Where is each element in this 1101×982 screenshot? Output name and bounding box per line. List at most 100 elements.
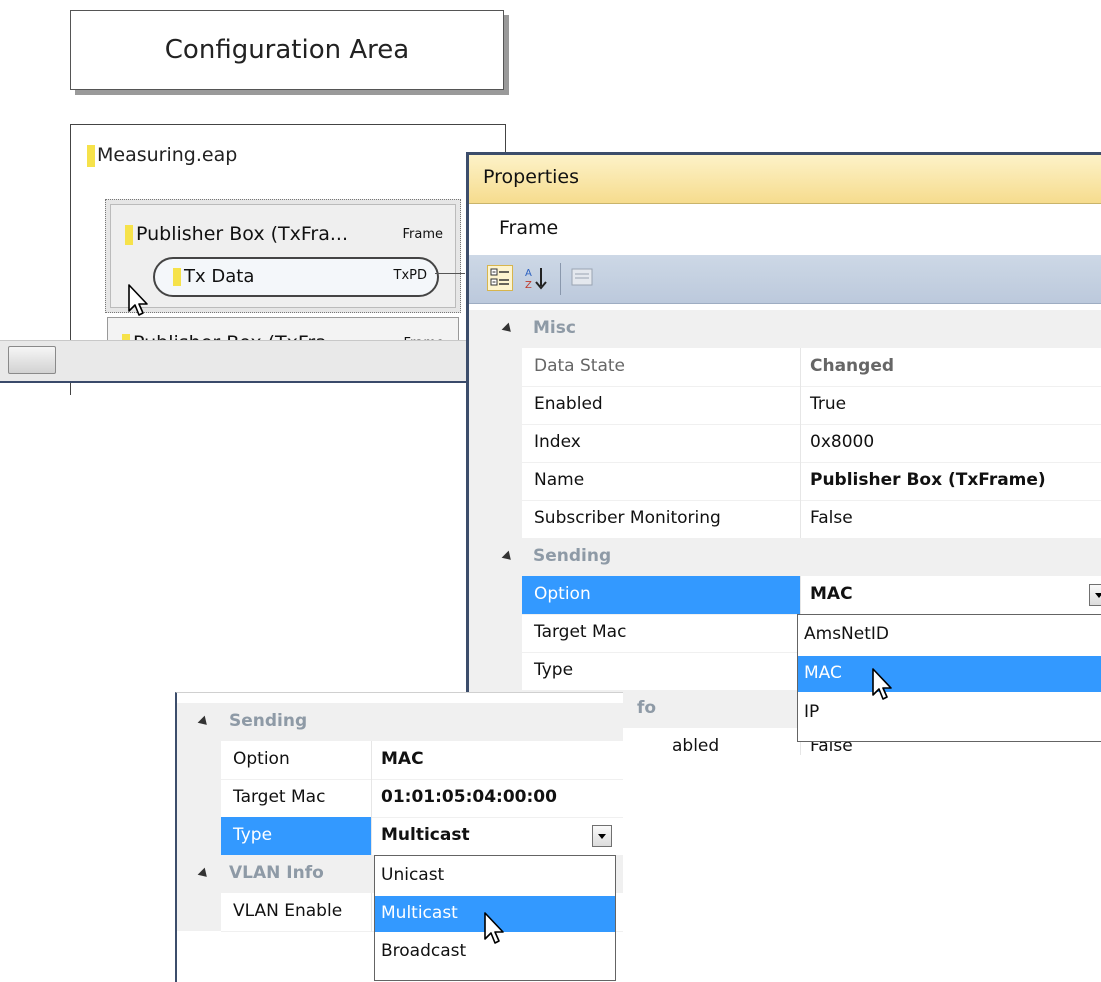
property-value[interactable]: False xyxy=(801,500,1101,539)
properties-title-bar[interactable]: Properties xyxy=(469,155,1101,204)
property-name-text: Subscriber Monitoring xyxy=(534,508,721,528)
property-value: Changed xyxy=(801,348,1101,387)
dropdown-option-amsnetid[interactable]: AmsNetID xyxy=(798,617,1101,653)
option-text: IP xyxy=(804,702,820,722)
publisher-box-body: Publisher Box (TxFra... Frame Tx Data Tx… xyxy=(110,204,465,308)
row-margin xyxy=(177,741,221,779)
type-dropdown-button[interactable] xyxy=(592,825,612,847)
property-name-text: Type xyxy=(233,825,273,845)
property-value-text: True xyxy=(810,394,847,414)
property-value[interactable]: Multicast xyxy=(372,817,623,856)
property-name-text: Name xyxy=(534,470,585,490)
property-row-index[interactable]: Index 0x8000 xyxy=(469,424,1101,463)
property-value-text: Publisher Box (TxFrame) xyxy=(810,470,1046,490)
tx-data-connector xyxy=(435,273,465,274)
toolbar-separator xyxy=(560,263,561,295)
option-text: Multicast xyxy=(381,903,458,923)
project-marker-icon xyxy=(87,144,95,167)
mouse-pointer-icon xyxy=(872,668,892,700)
property-name: Index xyxy=(522,424,801,463)
category-sending[interactable]: Sending xyxy=(177,703,623,741)
property-name-fragment: abled xyxy=(672,736,720,755)
row-margin xyxy=(177,893,221,931)
row-margin xyxy=(469,614,522,652)
category-misc[interactable]: Misc xyxy=(469,310,1101,348)
categorized-icon[interactable] xyxy=(487,265,513,291)
publisher-box-node[interactable]: Publisher Box (TxFra... Frame Tx Data Tx… xyxy=(105,199,465,313)
publisher-box-kind: Frame xyxy=(402,227,443,242)
property-row-enabled[interactable]: Enabled True xyxy=(469,386,1101,425)
category-label: Sending xyxy=(533,546,612,566)
row-margin xyxy=(177,779,221,817)
property-value-text: 0x8000 xyxy=(810,432,875,452)
dropdown-option-ip[interactable]: IP xyxy=(798,695,1101,731)
row-margin xyxy=(469,462,522,500)
row-margin xyxy=(469,386,522,424)
option-dropdown-list[interactable]: AmsNetID MAC IP xyxy=(797,614,1101,742)
property-name: Data State xyxy=(522,348,801,387)
property-name: Target Mac xyxy=(522,614,801,653)
collapse-triangle-icon[interactable] xyxy=(197,715,211,729)
option-text: Broadcast xyxy=(381,941,467,961)
property-value[interactable]: 0x8000 xyxy=(801,424,1101,463)
property-name: Option xyxy=(221,741,372,780)
property-value-text: MAC xyxy=(381,749,424,769)
svg-text:Z: Z xyxy=(525,280,532,291)
option-dropdown-button[interactable] xyxy=(1089,584,1101,606)
project-title: Measuring.eap xyxy=(87,143,237,167)
property-pages-icon[interactable] xyxy=(569,265,595,291)
project-name: Measuring.eap xyxy=(97,144,238,166)
property-value[interactable]: MAC xyxy=(372,741,623,780)
configuration-area-label: Configuration Area xyxy=(164,35,410,65)
selected-object-name[interactable]: Frame xyxy=(499,217,558,239)
property-name: Target Mac xyxy=(221,779,372,818)
property-row-type[interactable]: Type Multicast xyxy=(177,817,623,856)
property-value-text: MAC xyxy=(810,584,853,604)
property-name: Type xyxy=(522,652,801,691)
row-margin xyxy=(469,652,522,690)
scrollbar-thumb[interactable] xyxy=(8,346,56,374)
mouse-pointer-icon xyxy=(128,284,148,316)
option-text: MAC xyxy=(804,663,842,683)
properties-title: Properties xyxy=(483,166,580,188)
collapse-triangle-icon[interactable] xyxy=(501,322,515,336)
property-value[interactable]: 01:01:05:04:00:00 xyxy=(372,779,623,818)
property-name: Enabled xyxy=(522,386,801,425)
option-text: Unicast xyxy=(381,865,445,885)
property-name-text: Target Mac xyxy=(233,787,326,807)
row-margin xyxy=(469,576,522,614)
property-row-subscriber-monitoring[interactable]: Subscriber Monitoring False xyxy=(469,500,1101,539)
property-value[interactable]: True xyxy=(801,386,1101,425)
collapse-triangle-icon[interactable] xyxy=(197,867,211,881)
category-label: VLAN Info xyxy=(229,863,324,883)
category-sending[interactable]: Sending xyxy=(469,538,1101,576)
property-name: VLAN Enable xyxy=(221,893,372,932)
property-value-text: False xyxy=(810,508,853,528)
option-text: AmsNetID xyxy=(804,624,889,644)
publisher-box-label: Publisher Box (TxFra... xyxy=(125,223,348,245)
property-row-option[interactable]: Option MAC xyxy=(469,576,1101,615)
property-row-data-state[interactable]: Data State Changed xyxy=(469,348,1101,387)
dropdown-option-unicast[interactable]: Unicast xyxy=(375,858,615,894)
properties-inset-panel: Sending Option MAC Target Mac 01:01:05:0… xyxy=(175,692,623,982)
property-value-text: Changed xyxy=(810,356,895,376)
dropdown-option-mac[interactable]: MAC xyxy=(798,656,1101,692)
alphabetical-icon[interactable]: A Z xyxy=(523,265,549,291)
property-name-fragment: VLAN Enable xyxy=(233,901,343,921)
tx-data-kind: TxPD xyxy=(393,268,427,283)
property-value-text: 01:01:05:04:00:00 xyxy=(381,787,557,807)
property-value[interactable]: MAC xyxy=(801,576,1101,615)
property-row-option[interactable]: Option MAC xyxy=(177,741,623,780)
publisher-box-text: Publisher Box (TxFra... xyxy=(136,223,349,245)
property-name-text: Enabled xyxy=(534,394,603,414)
property-name: Option xyxy=(522,576,801,615)
property-row-name[interactable]: Name Publisher Box (TxFrame) xyxy=(469,462,1101,501)
property-row-target-mac[interactable]: Target Mac 01:01:05:04:00:00 xyxy=(177,779,623,818)
property-value[interactable]: Publisher Box (TxFrame) xyxy=(801,462,1101,501)
svg-text:A: A xyxy=(525,268,532,279)
designer-horizontal-scrollbar[interactable] xyxy=(0,340,468,383)
collapse-triangle-icon[interactable] xyxy=(501,550,515,564)
publisher-marker-icon xyxy=(125,224,133,245)
tx-data-node[interactable]: Tx Data TxPD xyxy=(153,257,439,297)
property-name-text: Index xyxy=(534,432,581,452)
